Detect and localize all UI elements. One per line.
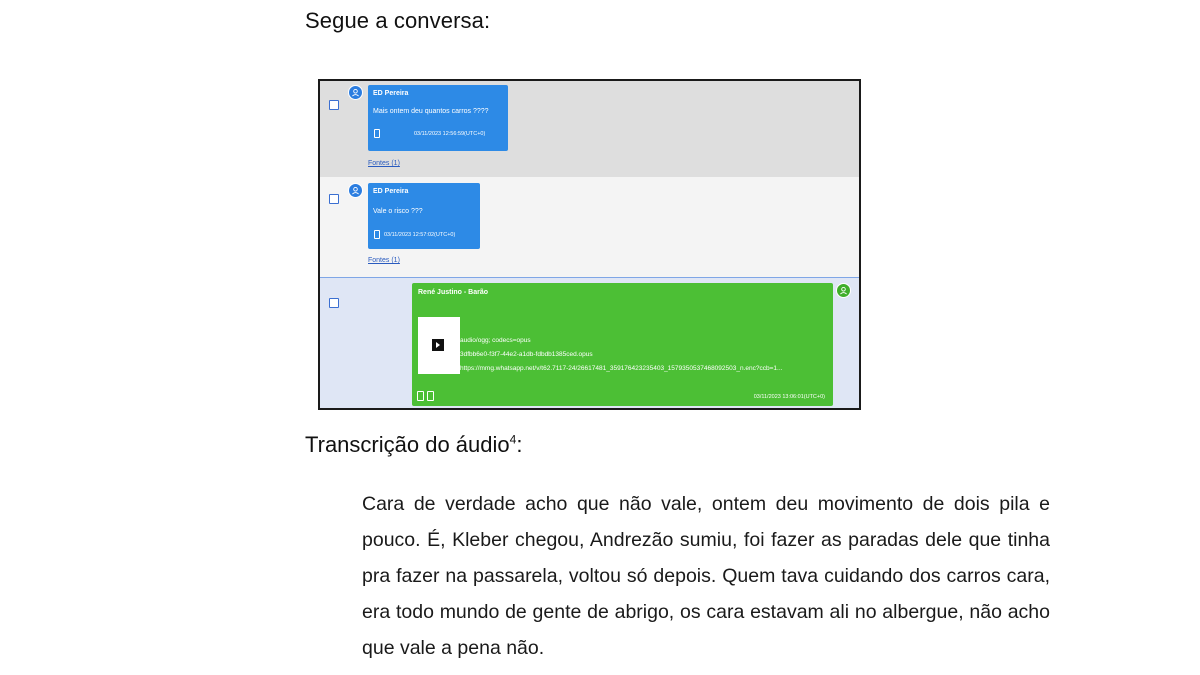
transcript-text: Cara de verdade acho que não vale, ontem… — [362, 493, 1050, 659]
device-icon — [374, 230, 380, 239]
device-icon — [374, 129, 380, 138]
audio-message-bubble: René Justino - Barão audio/ogg; codecs=o… — [412, 283, 833, 406]
sender-name: René Justino - Barão — [418, 289, 489, 296]
intro-text: Segue a conversa: — [305, 8, 491, 33]
select-checkbox[interactable] — [329, 298, 339, 308]
message-timestamp: 03/11/2023 12:56:59(UTC+0) — [414, 131, 486, 137]
user-avatar-icon — [348, 183, 363, 198]
message-text: Mais ontem deu quantos carros ???? — [373, 108, 489, 115]
message-bubble: ED Pereira Mais ontem deu quantos carros… — [368, 85, 508, 151]
footnote-marker: 4 — [509, 432, 517, 447]
device-icon — [417, 391, 424, 401]
select-checkbox[interactable] — [329, 194, 339, 204]
sources-link[interactable]: Fontes (1) — [368, 160, 400, 167]
sources-link[interactable]: Fontes (1) — [368, 257, 400, 264]
user-avatar-icon — [348, 85, 363, 100]
audio-filename: 3dfbb6e0-f3f7-44e2-a1db-fdbdb1385ced.opu… — [460, 351, 593, 358]
chat-screenshot: ED Pereira Mais ontem deu quantos carros… — [318, 79, 861, 410]
play-icon[interactable] — [432, 339, 444, 351]
audio-mime: audio/ogg; codecs=opus — [460, 337, 531, 344]
message-row: ED Pereira Mais ontem deu quantos carros… — [320, 81, 859, 177]
transcription-label: Transcrição do áudio — [305, 432, 510, 457]
message-bubble: ED Pereira Vale o risco ??? 03/11/2023 1… — [368, 183, 480, 249]
transcription-heading: Transcrição do áudio4: — [305, 432, 523, 457]
sender-name: ED Pereira — [373, 90, 409, 97]
message-timestamp: 03/11/2023 12:57:02(UTC+0) — [384, 232, 456, 238]
message-timestamp: 03/11/2023 13:06:01(UTC+0) — [753, 394, 825, 400]
message-text: Vale o risco ??? — [373, 208, 423, 215]
sender-name: ED Pereira — [373, 188, 409, 195]
status-icons — [417, 391, 434, 401]
audio-url[interactable]: https://mmg.whatsapp.net/v/t62.7117-24/2… — [460, 365, 782, 373]
message-row: René Justino - Barão audio/ogg; codecs=o… — [320, 277, 859, 408]
audio-thumbnail[interactable] — [418, 317, 460, 374]
message-row: ED Pereira Vale o risco ??? 03/11/2023 1… — [320, 177, 859, 277]
attachment-icon — [427, 391, 434, 401]
select-checkbox[interactable] — [329, 100, 339, 110]
user-avatar-icon — [836, 283, 851, 298]
